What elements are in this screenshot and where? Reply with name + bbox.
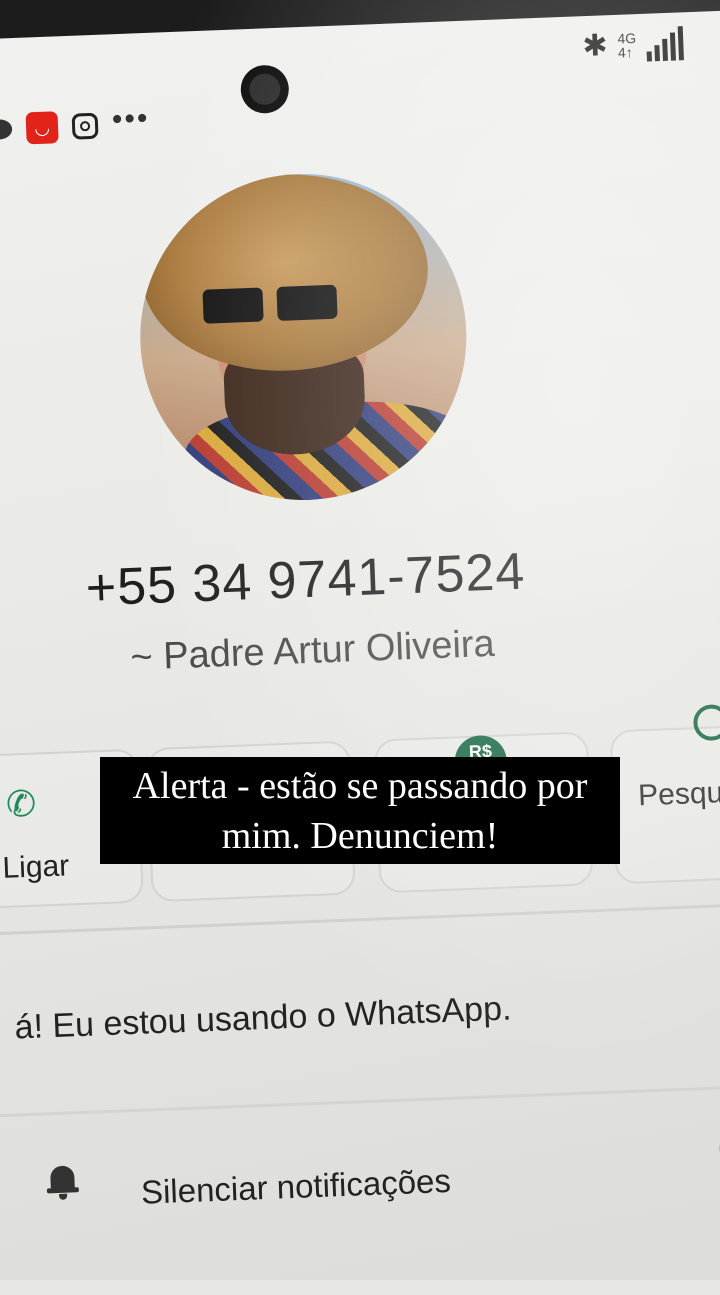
status-bar-right: ✱ 4G 4↑ bbox=[582, 25, 684, 64]
profile-photo[interactable] bbox=[134, 167, 473, 507]
contact-name: ~ Padre Artur Oliveira bbox=[129, 622, 496, 679]
mute-notifications-item[interactable]: Silenciar notificações bbox=[140, 1162, 451, 1212]
photo-straw-hat bbox=[138, 169, 432, 377]
network-type: 4G bbox=[617, 29, 637, 47]
status-bar-left: ◡ ••• bbox=[0, 101, 150, 146]
network-indicator: 4G 4↑ bbox=[617, 29, 637, 61]
instagram-icon bbox=[71, 112, 99, 140]
photo-sunglasses bbox=[202, 284, 343, 329]
chat-icon bbox=[0, 118, 13, 140]
signal-icon bbox=[646, 25, 684, 62]
story-caption: Alerta - estão se passando por mim. Denu… bbox=[100, 757, 620, 864]
caption-text: Alerta - estão se passando por mim. Denu… bbox=[132, 764, 588, 857]
contact-phone-number: +55 34 9741-7524 bbox=[84, 542, 527, 618]
section-divider bbox=[0, 1085, 720, 1118]
contact-info-page: ◡ ••• ✱ 4G 4↑ +55 34 9741-7524 ~ Padre A… bbox=[0, 0, 720, 1293]
bell-icon bbox=[46, 1163, 79, 1200]
network-data: 4↑ bbox=[617, 43, 634, 61]
phone-screen: ◡ ••• ✱ 4G 4↑ +55 34 9741-7524 ~ Padre A… bbox=[0, 0, 720, 1280]
front-camera bbox=[239, 64, 290, 115]
search-label: Pesqu bbox=[637, 776, 720, 813]
section-divider bbox=[0, 903, 720, 936]
about-text: á! Eu estou usando o WhatsApp. bbox=[13, 989, 513, 1047]
call-label: Ligar bbox=[1, 849, 70, 885]
aliexpress-icon: ◡ bbox=[25, 111, 59, 145]
more-icon: ••• bbox=[111, 101, 150, 137]
phone-add-icon: ✆ bbox=[5, 782, 37, 825]
bluetooth-icon: ✱ bbox=[581, 29, 609, 64]
